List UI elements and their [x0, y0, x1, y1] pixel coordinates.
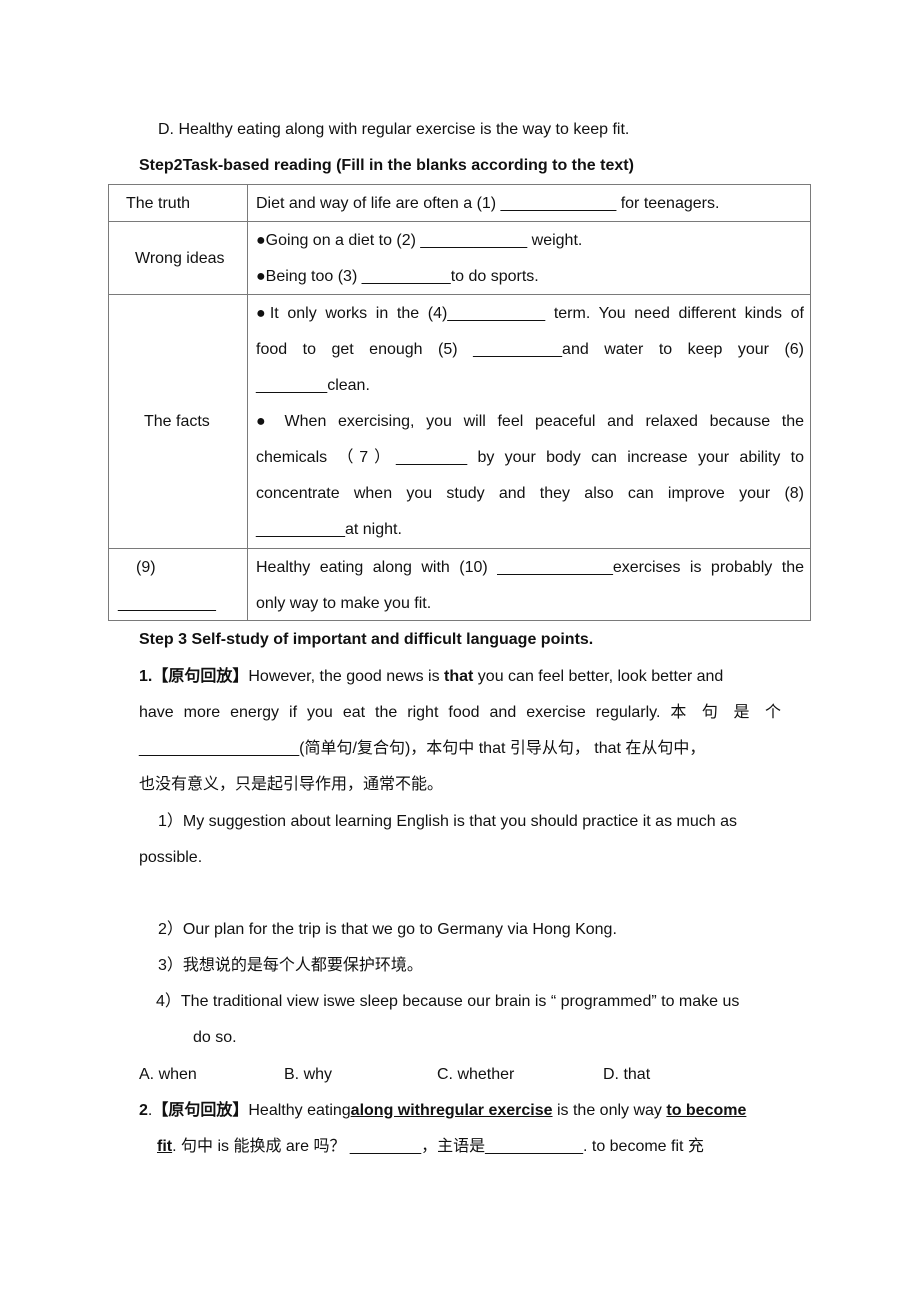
example-4-cont: do so.	[193, 1029, 237, 1046]
point2-phrase-along-with: along withregular exercise	[350, 1102, 553, 1119]
example-2: 2）Our plan for the trip is that we go to…	[158, 921, 617, 938]
fact-line: ________clean.	[256, 377, 370, 394]
option-d-text: D. Healthy eating along with regular exe…	[158, 121, 630, 138]
point1-tag: 【原句回放】	[152, 668, 249, 685]
point2-number: 2	[139, 1102, 148, 1119]
row-label-wrong-ideas: Wrong ideas	[135, 250, 225, 267]
point1-line4: 也没有意义，只是起引导作用，通常不能。	[139, 776, 444, 793]
point2-seg1: Healthy eating	[248, 1102, 351, 1119]
fact-line: chemicals （7）________ by your body can i…	[256, 449, 804, 466]
fact-line: __________at night.	[256, 521, 402, 538]
point1-line2: have more energy if you eat the right fo…	[139, 704, 781, 721]
choice-a: A. when	[139, 1066, 197, 1083]
row-label-blank-9-line: ___________	[118, 595, 216, 612]
fact-line: ● When exercising, you will feel peacefu…	[256, 413, 804, 430]
choice-d: D. that	[603, 1066, 651, 1083]
example-1: 1）My suggestion about learning English i…	[158, 813, 737, 830]
row-divider	[109, 221, 810, 222]
fact-line: food to get enough (5) __________and wat…	[256, 341, 804, 358]
point2-phrase-to-become: to become	[666, 1102, 747, 1119]
point1-keyword-that: that	[444, 668, 474, 685]
point2-line1: 2.【原句回放】Healthy eatingalong withregular …	[139, 1101, 746, 1121]
point2-phrase-fit: fit	[157, 1138, 173, 1155]
row-content-truth: Diet and way of life are often a (1) ___…	[256, 195, 720, 212]
summary-line: Healthy eating along with (10) _________…	[256, 559, 804, 576]
example-4: 4）The traditional view iswe sleep becaus…	[156, 993, 740, 1010]
step3-heading: Step 3 Self-study of important and diffi…	[139, 631, 594, 648]
row-label-blank-9-number: (9)	[136, 559, 156, 576]
point2-seg3: is the only way	[552, 1102, 667, 1119]
point2-tag: 【原句回放】	[152, 1102, 249, 1119]
wrong-idea-item: ●Being too (3) __________to do sports.	[256, 268, 539, 285]
step2-heading: Step2Task-based reading (Fill in the bla…	[139, 157, 634, 174]
choice-b: B. why	[284, 1066, 333, 1083]
wrong-idea-item: ●Going on a diet to (2) ____________ wei…	[256, 232, 583, 249]
summary-line: only way to make you fit.	[256, 595, 432, 612]
row-divider	[109, 294, 810, 295]
point2-line2-rest: . 句中 is 能换成 are 吗？ ________，主语是_________…	[172, 1138, 704, 1155]
point1-number: 1.	[139, 668, 153, 685]
point2-line2: fit. 句中 is 能换成 are 吗？ ________，主语是______…	[157, 1137, 704, 1157]
fact-line: ●It only works in the (4)___________ ter…	[256, 305, 804, 322]
row-divider	[109, 548, 810, 549]
point1-text-post: you can feel better, look better and	[473, 668, 724, 685]
task-reading-table: The truth Diet and way of life are often…	[108, 184, 811, 621]
fact-line: concentrate when you study and they also…	[256, 485, 804, 502]
point1-line1: 1.【原句回放】However, the good news is that y…	[139, 667, 723, 687]
row-label-facts: The facts	[144, 413, 210, 430]
column-divider	[247, 185, 248, 620]
point1-line3: __________________(简单句/复合句)，本句中 that 引导从…	[139, 740, 706, 757]
row-label-truth: The truth	[126, 195, 191, 212]
example-1-cont: possible.	[139, 849, 203, 866]
point1-text-pre: However, the good news is	[248, 668, 445, 685]
example-3: 3）我想说的是每个人都要保护环境。	[158, 957, 423, 974]
choice-c: C. whether	[437, 1066, 515, 1083]
